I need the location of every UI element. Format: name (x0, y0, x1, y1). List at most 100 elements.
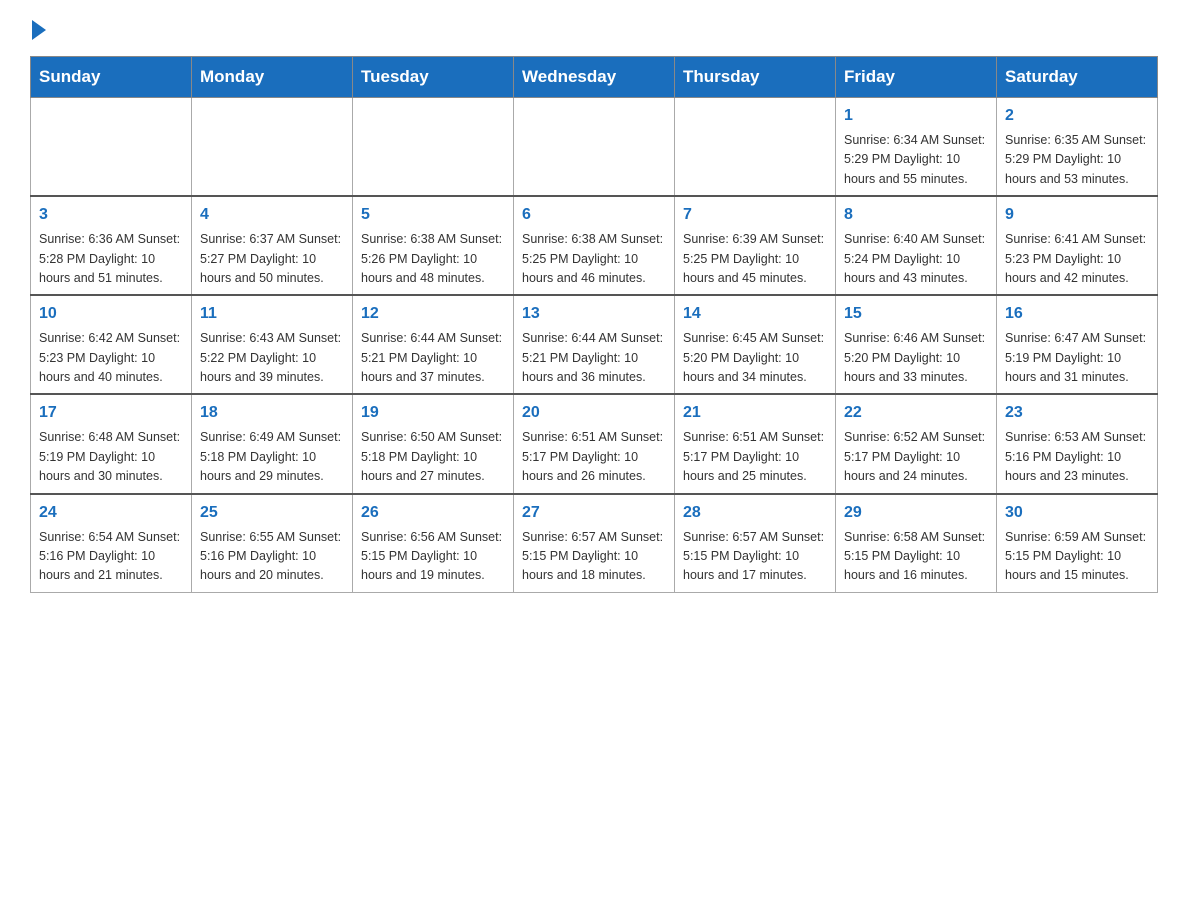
day-info: Sunrise: 6:52 AM Sunset: 5:17 PM Dayligh… (844, 428, 988, 486)
calendar-cell: 25Sunrise: 6:55 AM Sunset: 5:16 PM Dayli… (192, 494, 353, 593)
calendar-cell: 12 Sunrise: 6:44 AM Sunset: 5:21 PM Dayli… (353, 295, 514, 394)
day-number: 13 (522, 302, 666, 326)
day-number: 21 (683, 401, 827, 425)
calendar-cell: 20Sunrise: 6:51 AM Sunset: 5:17 PM Dayli… (514, 394, 675, 493)
day-number: 22 (844, 401, 988, 425)
week-row-3: 10Sunrise: 6:42 AM Sunset: 5:23 PM Dayli… (31, 295, 1158, 394)
day-info: Sunrise: 6:34 AM Sunset: 5:29 PM Dayligh… (844, 131, 988, 189)
day-info: Sunrise: 6:59 AM Sunset: 5:15 PM Dayligh… (1005, 528, 1149, 586)
calendar-cell: 24 Sunrise: 6:54 AM Sunset: 5:16 PM Dayli… (31, 494, 192, 593)
day-info: Sunrise: 6:38 AM Sunset: 5:25 PM Dayligh… (522, 230, 666, 288)
calendar-cell: 16 Sunrise: 6:47 AM Sunset: 5:19 PM Dayli… (997, 295, 1158, 394)
day-info: Sunrise: 6:43 AM Sunset: 5:22 PM Dayligh… (200, 329, 344, 387)
day-number: 27 (522, 501, 666, 525)
calendar-cell: 21 Sunrise: 6:51 AM Sunset: 5:17 PM Dayli… (675, 394, 836, 493)
day-number: 26 (361, 501, 505, 525)
week-row-2: 3 Sunrise: 6:36 AM Sunset: 5:28 PM Daylig… (31, 196, 1158, 295)
day-info: Sunrise: 6:53 AM Sunset: 5:16 PM Dayligh… (1005, 428, 1149, 486)
calendar-cell: 9 Sunrise: 6:41 AM Sunset: 5:23 PM Daylig… (997, 196, 1158, 295)
logo-arrow-icon (32, 20, 46, 40)
day-info: Sunrise: 6:45 AM Sunset: 5:20 PM Dayligh… (683, 329, 827, 387)
col-header-sunday: Sunday (31, 57, 192, 98)
col-header-monday: Monday (192, 57, 353, 98)
day-number: 15 (844, 302, 988, 326)
calendar-cell: 6 Sunrise: 6:38 AM Sunset: 5:25 PM Daylig… (514, 196, 675, 295)
day-number: 7 (683, 203, 827, 227)
day-number: 28 (683, 501, 827, 525)
day-number: 8 (844, 203, 988, 227)
day-info: Sunrise: 6:50 AM Sunset: 5:18 PM Dayligh… (361, 428, 505, 486)
day-number: 11 (200, 302, 344, 326)
calendar-cell: 28 Sunrise: 6:57 AM Sunset: 5:15 PM Dayli… (675, 494, 836, 593)
day-number: 9 (1005, 203, 1149, 227)
day-number: 20 (522, 401, 666, 425)
day-info: Sunrise: 6:51 AM Sunset: 5:17 PM Dayligh… (683, 428, 827, 486)
calendar-cell: 30 Sunrise: 6:59 AM Sunset: 5:15 PM Dayli… (997, 494, 1158, 593)
calendar-cell (192, 98, 353, 197)
calendar-cell: 11 Sunrise: 6:43 AM Sunset: 5:22 PM Dayli… (192, 295, 353, 394)
day-info: Sunrise: 6:46 AM Sunset: 5:20 PM Dayligh… (844, 329, 988, 387)
day-info: Sunrise: 6:57 AM Sunset: 5:15 PM Dayligh… (522, 528, 666, 586)
day-info: Sunrise: 6:55 AM Sunset: 5:16 PM Dayligh… (200, 528, 344, 586)
day-number: 3 (39, 203, 183, 227)
calendar-cell: 10Sunrise: 6:42 AM Sunset: 5:23 PM Dayli… (31, 295, 192, 394)
day-number: 23 (1005, 401, 1149, 425)
calendar-cell (514, 98, 675, 197)
day-info: Sunrise: 6:54 AM Sunset: 5:16 PM Dayligh… (39, 528, 183, 586)
calendar-table: SundayMondayTuesdayWednesdayThursdayFrid… (30, 56, 1158, 593)
day-info: Sunrise: 6:44 AM Sunset: 5:21 PM Dayligh… (361, 329, 505, 387)
calendar-cell (675, 98, 836, 197)
day-number: 24 (39, 501, 183, 525)
calendar-cell: 18Sunrise: 6:49 AM Sunset: 5:18 PM Dayli… (192, 394, 353, 493)
day-number: 2 (1005, 104, 1149, 128)
calendar-cell (353, 98, 514, 197)
col-header-wednesday: Wednesday (514, 57, 675, 98)
col-header-friday: Friday (836, 57, 997, 98)
calendar-cell: 2 Sunrise: 6:35 AM Sunset: 5:29 PM Daylig… (997, 98, 1158, 197)
day-info: Sunrise: 6:49 AM Sunset: 5:18 PM Dayligh… (200, 428, 344, 486)
calendar-cell: 15 Sunrise: 6:46 AM Sunset: 5:20 PM Dayli… (836, 295, 997, 394)
day-info: Sunrise: 6:41 AM Sunset: 5:23 PM Dayligh… (1005, 230, 1149, 288)
day-info: Sunrise: 6:40 AM Sunset: 5:24 PM Dayligh… (844, 230, 988, 288)
calendar-header-row: SundayMondayTuesdayWednesdayThursdayFrid… (31, 57, 1158, 98)
calendar-cell: 29 Sunrise: 6:58 AM Sunset: 5:15 PM Dayli… (836, 494, 997, 593)
logo (30, 20, 46, 36)
day-number: 16 (1005, 302, 1149, 326)
day-number: 17 (39, 401, 183, 425)
day-number: 14 (683, 302, 827, 326)
col-header-thursday: Thursday (675, 57, 836, 98)
calendar-cell: 7 Sunrise: 6:39 AM Sunset: 5:25 PM Daylig… (675, 196, 836, 295)
day-number: 19 (361, 401, 505, 425)
day-info: Sunrise: 6:57 AM Sunset: 5:15 PM Dayligh… (683, 528, 827, 586)
day-number: 5 (361, 203, 505, 227)
day-number: 1 (844, 104, 988, 128)
calendar-cell: 5Sunrise: 6:38 AM Sunset: 5:26 PM Daylig… (353, 196, 514, 295)
day-info: Sunrise: 6:56 AM Sunset: 5:15 PM Dayligh… (361, 528, 505, 586)
day-number: 6 (522, 203, 666, 227)
day-info: Sunrise: 6:42 AM Sunset: 5:23 PM Dayligh… (39, 329, 183, 387)
day-info: Sunrise: 6:37 AM Sunset: 5:27 PM Dayligh… (200, 230, 344, 288)
day-info: Sunrise: 6:47 AM Sunset: 5:19 PM Dayligh… (1005, 329, 1149, 387)
day-number: 30 (1005, 501, 1149, 525)
calendar-cell: 19 Sunrise: 6:50 AM Sunset: 5:18 PM Dayli… (353, 394, 514, 493)
calendar-cell: 8 Sunrise: 6:40 AM Sunset: 5:24 PM Daylig… (836, 196, 997, 295)
week-row-4: 17 Sunrise: 6:48 AM Sunset: 5:19 PM Dayli… (31, 394, 1158, 493)
page-header (30, 20, 1158, 36)
calendar-cell: 23 Sunrise: 6:53 AM Sunset: 5:16 PM Dayli… (997, 394, 1158, 493)
day-number: 12 (361, 302, 505, 326)
calendar-cell: 3 Sunrise: 6:36 AM Sunset: 5:28 PM Daylig… (31, 196, 192, 295)
day-info: Sunrise: 6:35 AM Sunset: 5:29 PM Dayligh… (1005, 131, 1149, 189)
day-info: Sunrise: 6:48 AM Sunset: 5:19 PM Dayligh… (39, 428, 183, 486)
day-info: Sunrise: 6:58 AM Sunset: 5:15 PM Dayligh… (844, 528, 988, 586)
calendar-cell: 22 Sunrise: 6:52 AM Sunset: 5:17 PM Dayli… (836, 394, 997, 493)
col-header-tuesday: Tuesday (353, 57, 514, 98)
week-row-5: 24 Sunrise: 6:54 AM Sunset: 5:16 PM Dayli… (31, 494, 1158, 593)
day-info: Sunrise: 6:39 AM Sunset: 5:25 PM Dayligh… (683, 230, 827, 288)
calendar-cell (31, 98, 192, 197)
week-row-1: 1 Sunrise: 6:34 AM Sunset: 5:29 PM Daylig… (31, 98, 1158, 197)
day-info: Sunrise: 6:36 AM Sunset: 5:28 PM Dayligh… (39, 230, 183, 288)
calendar-cell: 26 Sunrise: 6:56 AM Sunset: 5:15 PM Dayli… (353, 494, 514, 593)
calendar-cell: 14 Sunrise: 6:45 AM Sunset: 5:20 PM Dayli… (675, 295, 836, 394)
day-number: 29 (844, 501, 988, 525)
day-info: Sunrise: 6:44 AM Sunset: 5:21 PM Dayligh… (522, 329, 666, 387)
